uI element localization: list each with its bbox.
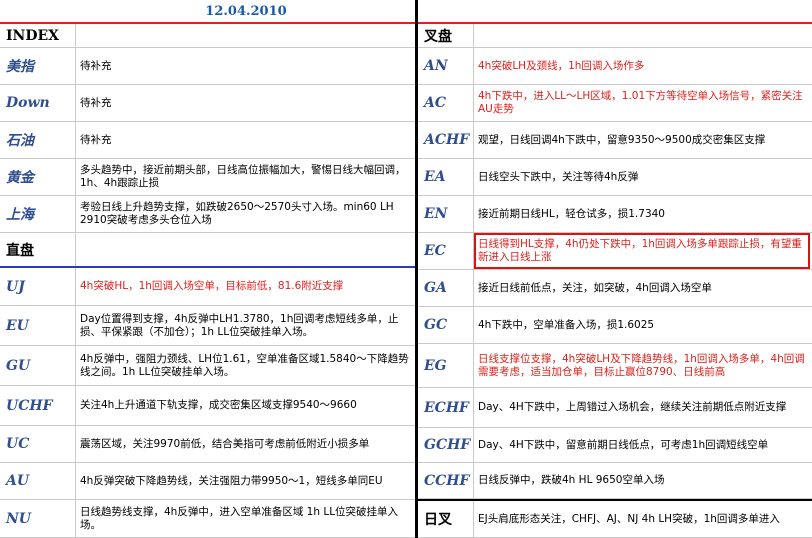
symbol-cell: GA	[418, 270, 474, 306]
symbol-cell: 上海	[0, 196, 76, 232]
symbol-cell: AU	[0, 463, 76, 499]
index-header: INDEX	[0, 24, 76, 47]
note-cell: 4h突破HL，1h回调入场空单，目标前低，81.6附近支撑	[80, 280, 344, 292]
symbol-cell: UC	[0, 426, 76, 462]
table-row[interactable]: 日叉 EJ头肩底形态关注，CHFJ、AJ、NJ 4h LH突破，1h回调多单进入	[418, 499, 812, 538]
table-row[interactable]: EG 日线支撑位支撑，4h突破LH及下降趋势线，1h回调入场多单，4h回调需要考…	[418, 344, 812, 388]
table-row[interactable]: EA 日线空头下跌中，关注等待4h反弹	[418, 159, 812, 196]
section-header-row: 直盘	[0, 233, 416, 267]
table-row[interactable]: GU 4h反弹中，强阻力颈线、LH位1.61，空单准备区域1.5840～下降趋势…	[0, 346, 416, 386]
note-cell: Day位置得到支撑，4h反弹中LH1.3780，1h回调考虑短线多单，止损、平保…	[80, 312, 399, 338]
note-cell: 日线趋势线支撑，4h反弹中，进入空单准备区域 1h LL位突破挂单入场。	[80, 505, 399, 531]
note-cell: Day、4H下跌中，留意前期日线低点，可考虑1h回调短线空单	[478, 438, 769, 451]
note-cell: 4h反弹突破下降趋势线，关注强阻力带9950～1，短线多单同EU	[80, 474, 383, 487]
symbol-cell: 石油	[0, 122, 76, 158]
table-row[interactable]: GC 4h下跌中，空单准备入场，损1.6025	[418, 307, 812, 344]
table-row[interactable]: NU 日线趋势线支撑，4h反弹中，进入空单准备区域 1h LL位突破挂单入场。	[0, 500, 416, 538]
note-cell: 4h下跌中，空单准备入场，损1.6025	[478, 318, 655, 331]
table-row[interactable]: AC 4h下跌中，进入LL～LH区域，1.01下方等待空单入场信号，紧密关注AU…	[418, 85, 812, 122]
cross-header-row: 叉盘	[418, 24, 812, 48]
table-row[interactable]: AN 4h突破LH及颈线，1h回调入场作多	[418, 48, 812, 85]
symbol-cell: AN	[418, 48, 474, 84]
right-table: 叉盘 AN 4h突破LH及颈线，1h回调入场作多 AC 4h下跌中，进入LL～L…	[418, 0, 812, 538]
table-row[interactable]: GCHF Day、4H下跌中，留意前期日线低点，可考虑1h回调短线空单	[418, 428, 812, 463]
symbol-cell: 美指	[0, 48, 76, 84]
symbol-cell: UJ	[0, 268, 76, 305]
table-row[interactable]: 黄金 多头趋势中，接近前期头部，日线高位振幅加大，警惕日线大幅回调，1h、4h跟…	[0, 159, 416, 196]
symbol-cell: GU	[0, 346, 76, 385]
section-header: 直盘	[0, 233, 76, 266]
note-cell: 待补充	[80, 133, 112, 146]
note-cell: 多头趋势中，接近前期头部，日线高位振幅加大，警惕日线大幅回调，1h、4h跟踪止损	[80, 164, 406, 189]
cross-header: 叉盘	[418, 24, 474, 47]
table-row[interactable]: ACHF 观望，日线回调4h下跌中，留意9350～9500成交密集区支撑	[418, 122, 812, 159]
symbol-cell: GCHF	[418, 428, 474, 462]
symbol-cell: ECHF	[418, 388, 474, 427]
symbol-cell: EN	[418, 196, 474, 232]
table-row[interactable]: 上海 考验日线上升趋势支撑，如跌破2650～2570头寸入场。min60 LH …	[0, 196, 416, 233]
note-cell: 日线反弹中，跌破4h HL 9650空单入场	[478, 474, 665, 486]
symbol-cell: UCHF	[0, 386, 76, 425]
symbol-cell: 日叉	[418, 501, 474, 537]
table-row[interactable]: UCHF 关注4h上升通道下轨支撑，成交密集区域支撑9540～9660	[0, 386, 416, 426]
note-cell: 考验日线上升趋势支撑，如跌破2650～2570头寸入场。min60 LH 291…	[80, 201, 394, 226]
symbol-cell: 黄金	[0, 159, 76, 195]
symbol-cell: EA	[418, 159, 474, 195]
note-cell: 接近前期日线HL，轻仓试多，损1.7340	[478, 207, 665, 220]
table-row[interactable]: EU Day位置得到支撑，4h反弹中LH1.3780，1h回调考虑短线多单，止损…	[0, 306, 416, 346]
note-cell: 待补充	[80, 59, 112, 72]
table-row[interactable]: GA 接近日线前低点，关注，如突破，4h回调入场空单	[418, 270, 812, 307]
note-cell: 4h下跌中，进入LL～LH区域，1.01下方等待空单入场信号，紧密关注AU走势	[478, 90, 803, 115]
symbol-cell: Down	[0, 85, 76, 121]
selected-cell-highlight	[474, 233, 810, 269]
note-cell: 4h反弹中，强阻力颈线、LH位1.61，空单准备区域1.5840～下降趋势线之间…	[80, 352, 409, 378]
table-row[interactable]: EN 接近前期日线HL，轻仓试多，损1.7340	[418, 196, 812, 233]
note-cell: 4h突破LH及颈线，1h回调入场作多	[478, 59, 645, 72]
note-cell: Day、4H下跌中，上周错过入场机会，继续关注前期低点附近支撑	[478, 401, 787, 413]
note-cell: 观望，日线回调4h下跌中，留意9350～9500成交密集区支撑	[478, 133, 766, 146]
note-cell: 震荡区域，关注9970前低，结合美指可考虑前低附近小损多单	[80, 437, 370, 450]
note-cell: 接近日线前低点，关注，如突破，4h回调入场空单	[478, 281, 712, 294]
table-row[interactable]: ECHF Day、4H下跌中，上周错过入场机会，继续关注前期低点附近支撑	[418, 388, 812, 428]
index-header-row: INDEX	[0, 24, 416, 48]
symbol-cell: CCHF	[418, 463, 474, 498]
symbol-cell: GC	[418, 307, 474, 343]
table-row[interactable]: CCHF 日线反弹中，跌破4h HL 9650空单入场	[418, 463, 812, 499]
table-row[interactable]: UJ 4h突破HL，1h回调入场空单，目标前低，81.6附近支撑	[0, 268, 416, 306]
table-row[interactable]: 石油 待补充	[0, 122, 416, 159]
table-row[interactable]: AU 4h反弹突破下降趋势线，关注强阻力带9950～1，短线多单同EU	[0, 463, 416, 500]
note-cell: 日线空头下跌中，关注等待4h反弹	[478, 170, 639, 183]
table-row[interactable]: UC 震荡区域，关注9970前低，结合美指可考虑前低附近小损多单	[0, 426, 416, 463]
note-cell: 关注4h上升通道下轨支撑，成交密集区域支撑9540～9660	[80, 399, 357, 411]
table-row[interactable]: Down 待补充	[0, 85, 416, 122]
symbol-cell: EC	[418, 233, 474, 269]
symbol-cell: AC	[418, 85, 474, 121]
symbol-cell: ACHF	[418, 122, 474, 158]
symbol-cell: EU	[0, 306, 76, 345]
note-cell: 日线支撑位支撑，4h突破LH及下降趋势线，1h回调入场多单，4h回调需要考虑，适…	[478, 352, 805, 378]
note-cell: EJ头肩底形态关注，CHFJ、AJ、NJ 4h LH突破，1h回调多单进入	[478, 512, 780, 525]
table-row[interactable]: 美指 待补充	[0, 48, 416, 85]
spreadsheet: 12.04.2010 INDEX 美指 待补充 Down 待补充 石油 待补充 …	[0, 0, 812, 538]
symbol-cell: EG	[418, 344, 474, 387]
note-cell: 待补充	[80, 96, 112, 109]
symbol-cell: NU	[0, 500, 76, 537]
left-table: INDEX 美指 待补充 Down 待补充 石油 待补充 黄金 多头趋势中，接近…	[0, 0, 416, 538]
